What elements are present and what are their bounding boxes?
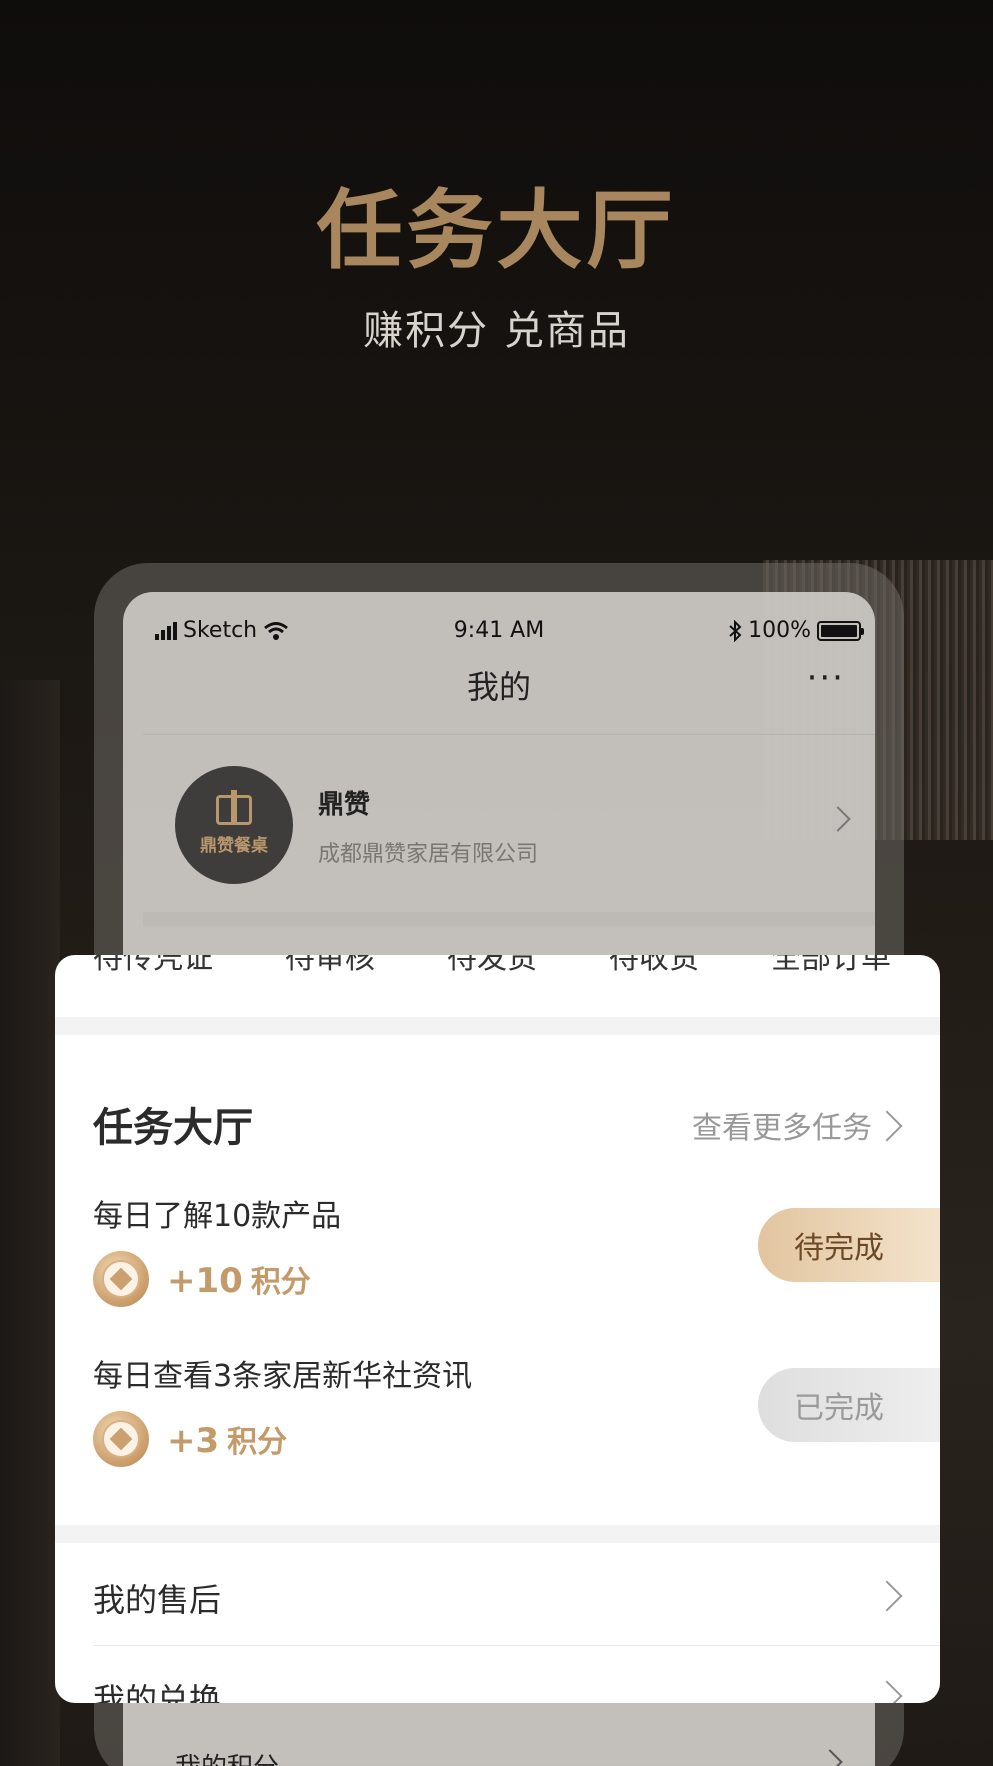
- coin-icon: [93, 1411, 149, 1467]
- order-tab[interactable]: 待发货: [447, 955, 537, 977]
- status-right: 100%: [728, 618, 864, 643]
- points-unit: 积分: [227, 1425, 288, 1460]
- bluetooth-icon: [729, 619, 742, 642]
- battery-icon: [817, 620, 864, 641]
- menu-item-label: 我的积分: [175, 1747, 279, 1766]
- coin-icon: [93, 1251, 149, 1307]
- chevron-right-icon[interactable]: [871, 1110, 903, 1142]
- nav-divider: [143, 734, 875, 735]
- section-divider: [55, 1525, 940, 1543]
- task-name: 每日了解10款产品: [93, 1199, 342, 1234]
- section-divider: [143, 912, 875, 926]
- order-tab[interactable]: 待传凭证: [93, 955, 213, 977]
- task-points: +3 积分: [167, 1417, 287, 1461]
- more-icon[interactable]: ···: [807, 658, 845, 698]
- task-done-button[interactable]: 已完成: [758, 1368, 940, 1442]
- points-value: +3: [167, 1421, 220, 1461]
- order-tabs: 待传凭证 待审核 待发货 待收货 全部订单: [55, 955, 940, 977]
- logo-icon: [216, 789, 252, 825]
- avatar[interactable]: 鼎赞餐桌: [175, 766, 293, 884]
- chevron-right-icon[interactable]: [825, 806, 851, 832]
- points-value: +10: [167, 1261, 243, 1301]
- profile-company: 成都鼎赞家居有限公司: [318, 842, 539, 867]
- task-name: 每日查看3条家居新华社资讯: [93, 1359, 473, 1394]
- background-wall: [0, 680, 60, 1766]
- task-points: +10 积分: [167, 1257, 311, 1301]
- battery-percent: 100%: [748, 618, 811, 643]
- nav-title: 我的: [466, 668, 531, 706]
- order-tab[interactable]: 待审核: [285, 955, 375, 977]
- order-tab[interactable]: 全部订单: [771, 955, 891, 977]
- menu-item-label: 我的兑换: [93, 1681, 222, 1703]
- chevron-right-icon: [871, 1580, 903, 1612]
- points-unit: 积分: [250, 1265, 311, 1300]
- menu-item-label: 我的售后: [93, 1581, 222, 1619]
- logo-text: 鼎赞餐桌: [200, 835, 268, 856]
- menu-item-my-after-sales[interactable]: 我的售后: [55, 1545, 940, 1645]
- hero-title: 任务大厅: [316, 181, 677, 281]
- section-divider: [55, 1017, 940, 1035]
- order-tab[interactable]: 待收货: [609, 955, 699, 977]
- chevron-right-icon: [871, 1680, 903, 1703]
- view-more-tasks-link[interactable]: 查看更多任务: [692, 1103, 872, 1147]
- task-pending-button[interactable]: 待完成: [758, 1208, 940, 1282]
- status-bar: Sketch 9:41 AM 100%: [123, 612, 875, 652]
- task-card: 待传凭证 待审核 待发货 待收货 全部订单 任务大厅 查看更多任务 每日了解10…: [55, 955, 940, 1703]
- menu-item-my-points[interactable]: 我的积分: [123, 1747, 875, 1766]
- hero-subtitle: 赚积分 兑商品: [363, 308, 630, 354]
- chevron-right-icon: [817, 1749, 843, 1766]
- profile-name: 鼎赞: [318, 790, 371, 820]
- task-hall-title: 任务大厅: [93, 1105, 253, 1151]
- menu-item-my-exchange[interactable]: 我的兑换: [55, 1645, 940, 1703]
